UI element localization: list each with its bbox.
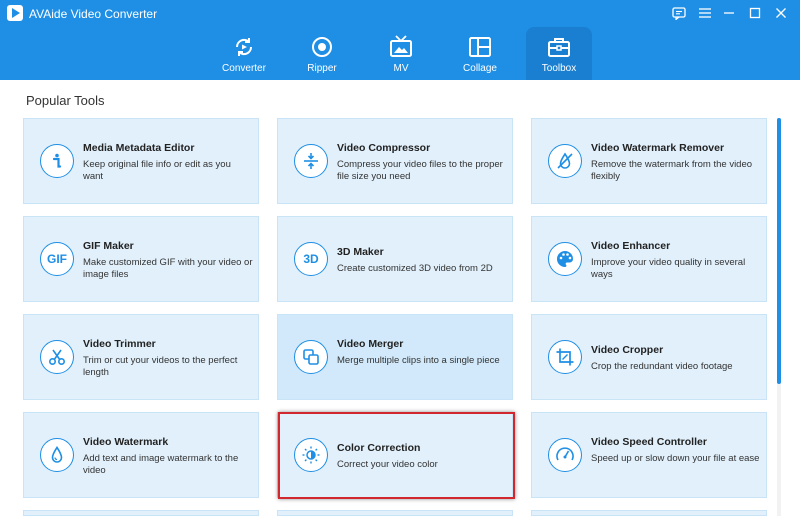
tool-name: Video Watermark Remover — [591, 142, 725, 154]
converter-icon — [235, 38, 253, 56]
compress-icon — [294, 144, 328, 178]
tool-desc: Remove the watermark from the video flex… — [591, 159, 753, 182]
section-title: Popular Tools — [26, 93, 105, 108]
watermark-remove-icon — [548, 144, 582, 178]
tool-card-partial[interactable] — [531, 510, 767, 516]
ripper-icon — [312, 37, 332, 57]
tool-desc: Create customized 3D video from 2D — [337, 263, 493, 274]
maximize-icon[interactable] — [744, 3, 766, 23]
tool-name: GIF Maker — [83, 240, 134, 252]
gif-icon: GIF — [40, 242, 74, 276]
tool-name: Video Compressor — [337, 142, 431, 154]
droplet-icon — [40, 438, 74, 472]
tool-card-media-metadata-editor[interactable]: Media Metadata Editor Keep original file… — [23, 118, 259, 204]
mv-icon — [390, 35, 412, 57]
tool-desc: Keep original file info or edit as you w… — [83, 159, 231, 182]
tool-card-video-watermark-remover[interactable]: Video Watermark Remover Remove the water… — [531, 118, 767, 204]
title-bar: AVAide Video Converter Converter Ripper … — [0, 0, 800, 80]
tab-toolbox[interactable]: Toolbox — [526, 27, 592, 80]
minimize-icon[interactable] — [718, 3, 740, 23]
tool-name: Video Watermark — [83, 436, 169, 448]
tool-name: Video Enhancer — [591, 240, 671, 252]
scrollbar-thumb[interactable] — [777, 118, 781, 384]
tool-name: Video Trimmer — [83, 338, 156, 350]
tool-card-3d-maker[interactable]: 3D 3D Maker Create customized 3D video f… — [277, 216, 513, 302]
tab-converter[interactable]: Converter — [211, 27, 277, 80]
tool-desc: Improve your video quality in several wa… — [591, 257, 746, 280]
tool-card-gif-maker[interactable]: GIF GIF Maker Make customized GIF with y… — [23, 216, 259, 302]
tab-ripper-label: Ripper — [307, 63, 337, 74]
info-icon — [40, 144, 74, 178]
tool-desc: Crop the redundant video footage — [591, 361, 733, 372]
tab-converter-label: Converter — [222, 63, 266, 74]
tab-collage-label: Collage — [463, 63, 497, 74]
collage-icon — [469, 37, 491, 57]
close-icon[interactable] — [770, 3, 792, 23]
tool-desc: Make customized GIF with your video or i… — [83, 257, 253, 280]
tab-ripper[interactable]: Ripper — [289, 27, 355, 80]
tool-name: Video Cropper — [591, 344, 664, 356]
tool-desc: Compress your video files to the proper … — [337, 159, 503, 182]
tool-desc: Merge multiple clips into a single piece — [337, 355, 500, 366]
tab-mv[interactable]: MV — [368, 27, 434, 80]
tool-desc: Add text and image watermark to the vide… — [83, 453, 239, 476]
tool-desc: Trim or cut your videos to the perfect l… — [83, 355, 238, 378]
speedometer-icon — [548, 438, 582, 472]
tool-desc: Correct your video color — [337, 459, 438, 470]
tool-desc: Speed up or slow down your file at ease — [591, 453, 760, 464]
tool-card-video-compressor[interactable]: Video Compressor Compress your video fil… — [277, 118, 513, 204]
merge-icon — [294, 340, 328, 374]
tool-card-video-cropper[interactable]: Video Cropper Crop the redundant video f… — [531, 314, 767, 400]
tool-name: Color Correction — [337, 442, 421, 454]
tool-card-color-correction[interactable]: Color Correction Correct your video colo… — [277, 412, 513, 498]
scissors-icon — [40, 340, 74, 374]
tool-card-partial[interactable] — [277, 510, 513, 516]
palette-icon — [548, 242, 582, 276]
tool-card-video-trimmer[interactable]: Video Trimmer Trim or cut your videos to… — [23, 314, 259, 400]
app-logo-icon — [7, 5, 23, 21]
tool-card-video-merger[interactable]: Video Merger Merge multiple clips into a… — [277, 314, 513, 400]
tab-toolbox-label: Toolbox — [541, 63, 577, 74]
3d-icon: 3D — [294, 242, 328, 276]
tab-collage[interactable]: Collage — [447, 27, 513, 80]
toolbox-icon — [548, 38, 570, 57]
tool-card-video-speed-controller[interactable]: Video Speed Controller Speed up or slow … — [531, 412, 767, 498]
tab-mv-label: MV — [393, 63, 409, 74]
tool-name: Video Merger — [337, 338, 404, 350]
tool-card-video-watermark[interactable]: Video Watermark Add text and image water… — [23, 412, 259, 498]
tool-name: Media Metadata Editor — [83, 142, 195, 154]
feedback-icon[interactable] — [668, 3, 690, 23]
app-title: AVAide Video Converter — [29, 7, 158, 21]
menu-icon[interactable] — [694, 3, 716, 23]
tool-name: 3D Maker — [337, 246, 384, 258]
tool-name: Video Speed Controller — [591, 436, 707, 448]
color-correction-icon — [294, 438, 328, 472]
tool-card-video-enhancer[interactable]: Video Enhancer Improve your video qualit… — [531, 216, 767, 302]
tool-card-partial[interactable] — [23, 510, 259, 516]
crop-icon — [548, 340, 582, 374]
